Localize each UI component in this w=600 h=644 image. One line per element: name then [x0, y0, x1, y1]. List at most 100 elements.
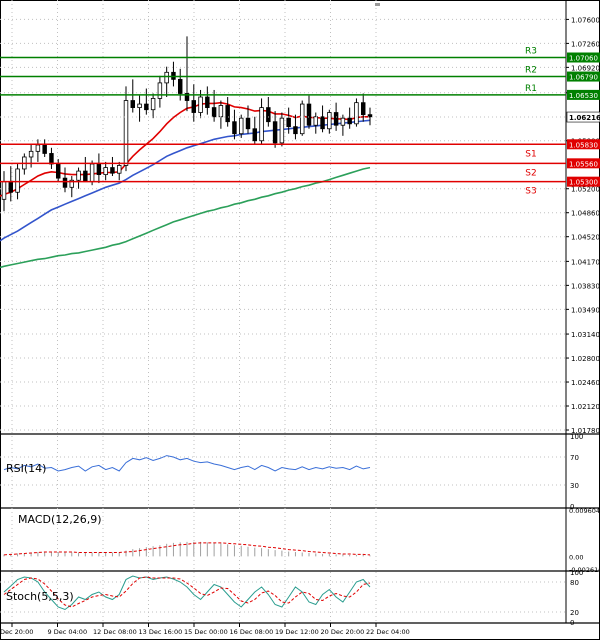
candle: [42, 139, 47, 157]
candle-body: [28, 150, 34, 158]
candle-body: [205, 96, 210, 108]
price-tick-label: 1.07260: [571, 40, 600, 48]
price-tick-label: 1.02800: [571, 355, 600, 363]
candle-body: [232, 121, 237, 135]
candle-body: [89, 163, 95, 183]
candle: [354, 98, 359, 127]
time-tick-label: 13 Dec 16:00: [139, 628, 183, 636]
candle-body: [123, 100, 129, 166]
candle: [130, 79, 136, 113]
candle: [110, 156, 115, 177]
time-tick-label: 19 Dec 12:00: [275, 628, 319, 636]
macd-tick-label: 0.00: [569, 553, 583, 561]
candle-body: [211, 107, 217, 118]
candle-body: [320, 116, 325, 130]
candle-body: [306, 103, 312, 126]
candle: [191, 84, 197, 122]
candle: [299, 100, 305, 136]
candle: [62, 167, 68, 193]
candle: [1, 171, 7, 212]
candle: [28, 144, 34, 168]
candle-body: [130, 100, 136, 108]
candle: [347, 107, 352, 129]
candle-body: [272, 121, 278, 144]
candle-body: [333, 112, 339, 126]
candle: [35, 139, 41, 162]
rsi-tick-label: 30: [570, 482, 579, 490]
candle-body: [238, 117, 244, 135]
candle-body: [347, 117, 352, 125]
level-price-label: 1.05560: [569, 160, 598, 168]
candle: [252, 116, 258, 145]
chart-root: 1.076001.072601.069201.065601.058801.052…: [0, 0, 600, 640]
candle-body: [191, 100, 197, 113]
stoch-tick-label: 80: [570, 579, 579, 587]
macd-title: MACD(12,26,9): [18, 513, 102, 526]
level-price-label: 1.05830: [569, 141, 598, 149]
candle-body: [340, 117, 346, 126]
candle: [259, 98, 264, 145]
candle-body: [150, 98, 156, 111]
candle-body: [137, 103, 142, 108]
candle: [320, 105, 325, 133]
price-tick-label: 1.06920: [571, 64, 600, 72]
time-tick-label: 15 Dec 00:00: [184, 628, 228, 636]
candle-body: [360, 102, 366, 116]
stoch-title: Stoch(5,5,3): [6, 590, 74, 603]
candle-body: [367, 114, 373, 118]
level-name-s1: S1: [525, 149, 536, 159]
candle: [96, 153, 102, 184]
candle: [171, 61, 176, 87]
candle: [123, 86, 129, 172]
candle: [137, 95, 142, 122]
candle-body: [96, 163, 102, 176]
price-tick-label: 1.07600: [571, 16, 600, 24]
candle-body: [35, 144, 41, 152]
candle: [293, 114, 298, 140]
candle: [306, 95, 312, 129]
time-tick-label: 16 Dec 08:00: [230, 628, 274, 636]
price-tick-label: 1.05200: [571, 186, 600, 194]
candle: [313, 112, 319, 134]
level-name-r1: R1: [525, 84, 537, 94]
time-tick-label: Dec 20:00: [0, 628, 33, 636]
candle: [69, 176, 75, 198]
candle-body: [8, 181, 14, 193]
level-price-label: 1.06530: [569, 92, 598, 100]
price-tick-label: 1.04170: [571, 258, 600, 266]
price-tick-label: 1.03490: [571, 306, 600, 314]
candle-body: [286, 117, 291, 128]
candle-body: [49, 153, 54, 165]
candle: [49, 147, 54, 169]
price-tick-label: 1.02120: [571, 403, 600, 411]
candle-body: [116, 165, 122, 174]
stoch-tick-label: 100: [570, 569, 583, 577]
candle-body: [299, 103, 305, 135]
stoch-tick-label: 0: [570, 619, 574, 627]
candle-body: [157, 82, 163, 99]
level-name-r2: R2: [525, 66, 537, 76]
moving-average-line: [0, 166, 371, 269]
candle-body: [293, 126, 298, 135]
level-price-label: 1.07060: [569, 55, 598, 63]
candle-body: [259, 107, 264, 142]
moving-average-line: [0, 119, 371, 242]
candle: [286, 107, 291, 134]
candle: [279, 112, 285, 147]
level-price-label: 1.06790: [569, 74, 598, 82]
candle-body: [1, 181, 7, 200]
candle-body: [55, 163, 61, 179]
stoch-tick-label: 20: [570, 609, 579, 617]
macd-tick-label: 0.009604: [569, 507, 600, 515]
candle: [144, 88, 149, 115]
rsi-line: [3, 455, 371, 472]
price-tick-label: 1.03140: [571, 331, 600, 339]
candle-body: [218, 105, 224, 118]
candle-body: [354, 102, 359, 125]
price-tick-label: 1.04860: [571, 210, 600, 218]
rsi-title: RSI(14): [6, 462, 46, 475]
candle-body: [164, 71, 169, 84]
chart-canvas: 1.076001.072601.069201.065601.058801.052…: [0, 0, 600, 640]
candle: [327, 109, 332, 134]
candle: [55, 159, 61, 182]
